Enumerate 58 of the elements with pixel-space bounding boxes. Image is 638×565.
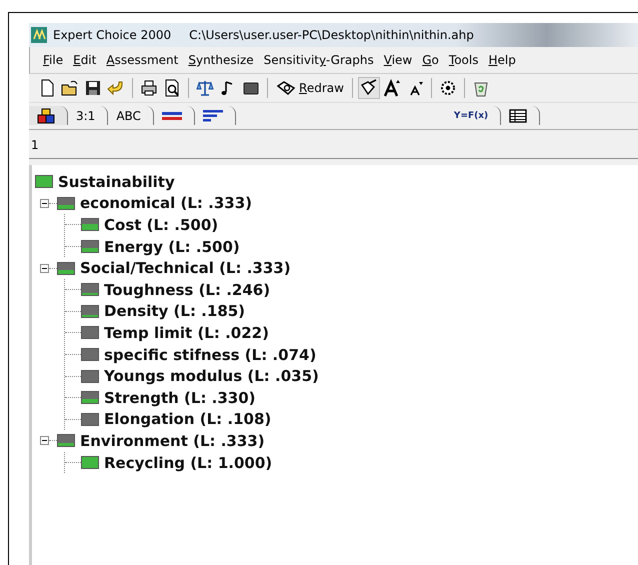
- tree-node[interactable]: Youngs modulus (L: .035): [104, 367, 319, 386]
- tree-node[interactable]: economical (L: .333): [80, 194, 252, 212]
- node-icon: [81, 304, 99, 318]
- node-icon: [81, 240, 99, 254]
- tree-node[interactable]: Temp limit (L: .022): [104, 324, 269, 342]
- tree-node[interactable]: Toughness (L: .246): [104, 280, 270, 299]
- node-icon: [81, 391, 99, 404]
- file-path: C:\Users\user.user-PC\Desktop\nithin\nithin.ahp: [189, 28, 474, 42]
- menu-item[interactable]: Edit: [68, 51, 102, 69]
- tree-node[interactable]: Energy (L: .500): [104, 238, 240, 256]
- node-icon: [81, 456, 99, 470]
- node-icon: [57, 434, 75, 448]
- menu-item[interactable]: File: [38, 51, 68, 69]
- view-tab[interactable]: ABC: [108, 106, 154, 125]
- redraw-button[interactable]: Redraw: [274, 80, 346, 96]
- tree-node[interactable]: Cost (L: .500): [104, 216, 218, 234]
- bar-list-icon: [202, 110, 223, 122]
- node-icon: [81, 283, 99, 296]
- tree-node[interactable]: Social/Technical (L: .333): [80, 259, 291, 278]
- collapse-toggle[interactable]: [40, 264, 49, 273]
- node-icon: [81, 412, 99, 426]
- menu-item[interactable]: Synthesize: [183, 51, 259, 69]
- view-tab[interactable]: Y=F(x): [446, 106, 502, 125]
- tree-node[interactable]: Elongation (L: .108): [104, 410, 272, 428]
- balance-scale-icon[interactable]: [195, 78, 215, 98]
- menu-item[interactable]: Help: [483, 51, 521, 69]
- menu-item[interactable]: Sensitivity-Graphs: [258, 51, 379, 69]
- tree-node[interactable]: Environment (L: .333): [80, 432, 265, 450]
- save-icon[interactable]: [83, 78, 103, 98]
- stripes-icon: [162, 110, 182, 120]
- tree-node[interactable]: Recycling (L: 1.000): [104, 454, 272, 472]
- tree-node[interactable]: specific stifness (L: .074): [104, 346, 316, 364]
- node-icon: [81, 218, 99, 232]
- font-increase-icon[interactable]: [382, 78, 402, 98]
- node-icon: [81, 370, 99, 383]
- tree-node[interactable]: Sustainability: [58, 172, 175, 191]
- node-icon: [35, 175, 53, 188]
- collapse-toggle[interactable]: [40, 198, 49, 208]
- node-icon: [81, 326, 99, 340]
- app-icon: [31, 27, 47, 43]
- printer-icon[interactable]: [139, 78, 159, 98]
- menu-item[interactable]: Go: [417, 51, 444, 69]
- window-title: Expert Choice 2000: [53, 28, 172, 42]
- table-icon: [509, 108, 528, 122]
- tree-node[interactable]: Strength (L: .330): [104, 388, 256, 407]
- menu-item[interactable]: Assessment: [101, 51, 184, 69]
- cubes-icon: [37, 108, 55, 124]
- collapse-toggle[interactable]: [40, 436, 49, 446]
- eye-arrow-icon: [276, 80, 296, 96]
- open-folder-icon[interactable]: [60, 78, 80, 98]
- node-icon: [81, 348, 99, 362]
- view-tab[interactable]: 3:1: [68, 106, 108, 125]
- menu-item[interactable]: View: [378, 51, 418, 69]
- tree-node[interactable]: Density (L: .185): [104, 302, 246, 320]
- node-icon: [57, 196, 75, 210]
- menu-item[interactable]: Tools: [444, 51, 484, 69]
- view-tab[interactable]: [29, 106, 68, 125]
- node-icon: [57, 262, 75, 275]
